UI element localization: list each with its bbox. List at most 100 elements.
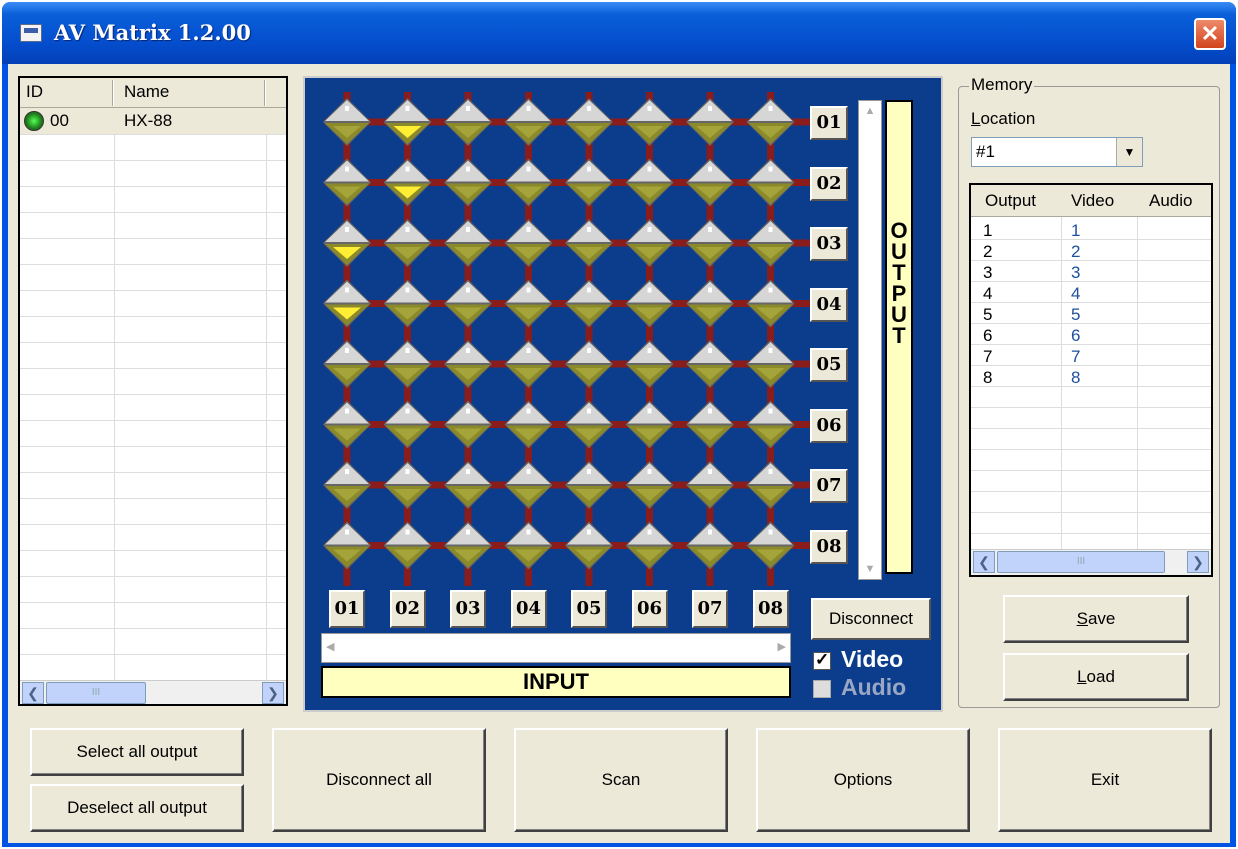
crosspoint-button[interactable] bbox=[686, 400, 734, 449]
crosspoint-button[interactable] bbox=[444, 521, 492, 570]
memory-video-cell[interactable]: 5 bbox=[1071, 305, 1080, 325]
input-button-02[interactable]: 02 bbox=[389, 590, 426, 628]
memory-output-cell[interactable]: 7 bbox=[983, 347, 992, 367]
crosspoint-button[interactable] bbox=[565, 400, 613, 449]
output-button-07[interactable]: 07 bbox=[810, 469, 848, 503]
input-button-04[interactable]: 04 bbox=[510, 590, 547, 628]
crosspoint-button[interactable] bbox=[504, 521, 553, 570]
crosspoint-button[interactable] bbox=[323, 219, 371, 267]
crosspoint-button[interactable] bbox=[444, 279, 492, 328]
scroll-thumb[interactable]: III bbox=[997, 551, 1165, 573]
crosspoint-button[interactable] bbox=[565, 158, 613, 207]
crosspoint-button[interactable] bbox=[625, 98, 674, 146]
memory-output-cell[interactable]: 5 bbox=[983, 305, 992, 325]
crosspoint-button[interactable] bbox=[625, 461, 674, 509]
crosspoint-button[interactable] bbox=[323, 461, 371, 509]
crosspoint-button[interactable] bbox=[504, 219, 553, 267]
crosspoint-button[interactable] bbox=[504, 98, 553, 146]
crosspoint-button[interactable] bbox=[504, 158, 553, 207]
memory-video-cell[interactable]: 4 bbox=[1071, 284, 1080, 304]
title-bar[interactable]: AV Matrix 1.2.00 ✕ bbox=[2, 2, 1236, 64]
column-header-video[interactable]: Video bbox=[1071, 191, 1114, 211]
crosspoint-button[interactable] bbox=[686, 158, 734, 207]
input-button-01[interactable]: 01 bbox=[329, 590, 365, 628]
crosspoint-button[interactable] bbox=[444, 400, 492, 449]
audio-checkbox[interactable] bbox=[813, 680, 831, 698]
crosspoint-button[interactable] bbox=[323, 279, 371, 328]
crosspoint-button[interactable] bbox=[746, 219, 795, 267]
scroll-left-icon[interactable]: ❮ bbox=[22, 682, 44, 704]
output-vscroll[interactable]: ▲ ▼ bbox=[858, 100, 882, 580]
crosspoint-button[interactable] bbox=[565, 461, 613, 509]
crosspoint-button[interactable] bbox=[565, 98, 613, 146]
scan-button[interactable]: Scan bbox=[514, 728, 728, 832]
crosspoint-button[interactable] bbox=[746, 461, 795, 509]
crosspoint-button[interactable] bbox=[625, 400, 674, 449]
crosspoint-button[interactable] bbox=[565, 340, 613, 388]
input-hscroll[interactable]: ◀ ▶ bbox=[321, 633, 791, 663]
crosspoint-button[interactable] bbox=[383, 98, 432, 146]
crosspoint-button[interactable] bbox=[746, 279, 795, 328]
crosspoint-button[interactable] bbox=[383, 400, 432, 449]
crosspoint-button[interactable] bbox=[625, 158, 674, 207]
crosspoint-button[interactable] bbox=[686, 340, 734, 388]
deselect-all-output-button[interactable]: Deselect all output bbox=[30, 784, 244, 832]
crosspoint-button[interactable] bbox=[323, 521, 371, 570]
crosspoint-button[interactable] bbox=[383, 279, 432, 328]
scroll-up-icon[interactable]: ▲ bbox=[860, 101, 880, 121]
scroll-thumb[interactable]: III bbox=[46, 682, 146, 704]
memory-output-cell[interactable]: 6 bbox=[983, 326, 992, 346]
crosspoint-button[interactable] bbox=[504, 340, 553, 388]
crosspoint-button[interactable] bbox=[625, 521, 674, 570]
exit-button[interactable]: Exit bbox=[998, 728, 1212, 832]
memory-video-cell[interactable]: 2 bbox=[1071, 242, 1080, 262]
scroll-right-icon[interactable]: ▶ bbox=[778, 640, 786, 653]
crosspoint-button[interactable] bbox=[504, 461, 553, 509]
output-button-04[interactable]: 04 bbox=[810, 287, 848, 322]
scroll-right-icon[interactable]: ❯ bbox=[262, 682, 284, 704]
crosspoint-button[interactable] bbox=[323, 98, 371, 146]
crosspoint-button[interactable] bbox=[444, 98, 492, 146]
memory-table-hscroll[interactable]: ❮ III ❯ bbox=[971, 549, 1211, 575]
memory-video-cell[interactable]: 1 bbox=[1071, 221, 1080, 241]
crosspoint-button[interactable] bbox=[444, 158, 492, 207]
crosspoint-button[interactable] bbox=[625, 219, 674, 267]
crosspoint-button[interactable] bbox=[504, 279, 553, 328]
crosspoint-button[interactable] bbox=[383, 219, 432, 267]
crosspoint-button[interactable] bbox=[444, 219, 492, 267]
output-button-01[interactable]: 01 bbox=[810, 106, 848, 140]
crosspoint-button[interactable] bbox=[383, 461, 432, 509]
device-list-hscroll[interactable]: ❮ III ❯ bbox=[20, 680, 286, 704]
crosspoint-button[interactable] bbox=[686, 521, 734, 570]
device-row[interactable]: 00 HX-88 bbox=[20, 108, 286, 134]
column-header-name[interactable]: Name bbox=[124, 82, 169, 102]
crosspoint-button[interactable] bbox=[746, 158, 795, 207]
crosspoint-button[interactable] bbox=[383, 521, 432, 570]
close-button[interactable]: ✕ bbox=[1194, 18, 1226, 50]
crosspoint-button[interactable] bbox=[746, 521, 795, 570]
memory-video-cell[interactable]: 7 bbox=[1071, 347, 1080, 367]
crosspoint-button[interactable] bbox=[565, 279, 613, 328]
scroll-right-icon[interactable]: ❯ bbox=[1187, 551, 1209, 573]
load-button[interactable]: Load bbox=[1003, 653, 1189, 701]
memory-output-cell[interactable]: 4 bbox=[983, 284, 992, 304]
memory-output-cell[interactable]: 2 bbox=[983, 242, 992, 262]
save-button[interactable]: Save bbox=[1003, 595, 1189, 643]
output-button-08[interactable]: 08 bbox=[810, 529, 848, 564]
crosspoint-button[interactable] bbox=[746, 400, 795, 449]
column-header-audio[interactable]: Audio bbox=[1149, 191, 1192, 211]
crosspoint-button[interactable] bbox=[686, 279, 734, 328]
memory-video-cell[interactable]: 6 bbox=[1071, 326, 1080, 346]
scroll-left-icon[interactable]: ◀ bbox=[326, 640, 334, 653]
crosspoint-button[interactable] bbox=[565, 521, 613, 570]
output-button-03[interactable]: 03 bbox=[810, 227, 848, 261]
input-button-08[interactable]: 08 bbox=[752, 590, 789, 628]
crosspoint-button[interactable] bbox=[504, 400, 553, 449]
video-checkbox[interactable]: ✓ bbox=[813, 650, 831, 670]
input-button-06[interactable]: 06 bbox=[631, 590, 668, 628]
crosspoint-button[interactable] bbox=[383, 158, 432, 207]
output-button-06[interactable]: 06 bbox=[810, 408, 848, 443]
memory-video-cell[interactable]: 3 bbox=[1071, 263, 1080, 283]
scroll-left-icon[interactable]: ❮ bbox=[973, 551, 995, 573]
scroll-down-icon[interactable]: ▼ bbox=[860, 559, 880, 579]
